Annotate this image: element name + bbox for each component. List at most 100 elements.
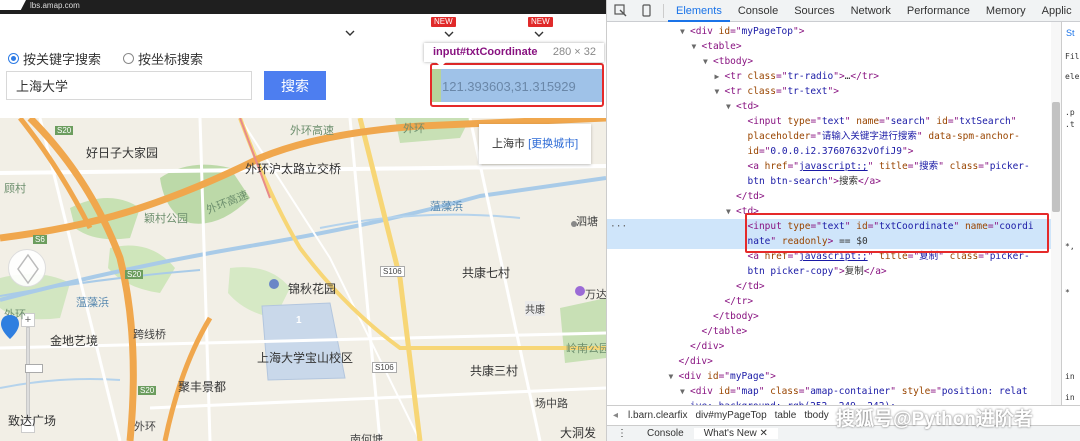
radio-unchecked-icon[interactable] xyxy=(123,53,135,64)
dom-node[interactable]: ▼ <div id="myPageTop"> xyxy=(607,24,1051,39)
breadcrumb-item[interactable]: table xyxy=(771,410,801,421)
expand-triangle-icon[interactable]: ▼ xyxy=(726,204,736,219)
html-tag: =" xyxy=(879,116,891,127)
expand-triangle-icon[interactable]: ▼ xyxy=(680,384,690,399)
dom-node[interactable]: btn btn-search">搜索</a> xyxy=(607,174,1051,189)
dom-node[interactable]: </table> xyxy=(607,324,1051,339)
nav-chevron-down-icon[interactable] xyxy=(345,28,355,38)
html-tag: </tr> xyxy=(850,71,880,82)
breadcrumb-item[interactable]: tbody xyxy=(800,410,832,421)
dom-node[interactable]: btn picker-copy">复制</a> xyxy=(607,264,1051,279)
poi-icon[interactable] xyxy=(268,278,280,290)
html-tag: " xyxy=(867,161,880,172)
dom-node[interactable]: placeholder="请输入关键字进行搜索" data-spm-anchor… xyxy=(607,129,1051,144)
tab-network[interactable]: Network xyxy=(843,0,899,22)
tab-elements[interactable]: Elements xyxy=(668,0,730,22)
map-road-shield: S20 xyxy=(125,270,144,279)
styles-filter[interactable]: Fil xyxy=(1065,52,1079,61)
expand-triangle-icon[interactable]: ▼ xyxy=(669,369,679,384)
expand-triangle-icon[interactable]: ▼ xyxy=(680,24,690,39)
html-tag: </td> xyxy=(736,191,765,202)
tab-performance[interactable]: Performance xyxy=(899,0,978,22)
breadcrumb-scroll-left-icon[interactable]: ◂ xyxy=(607,410,624,421)
expand-triangle-icon[interactable]: ▼ xyxy=(715,84,725,99)
dom-node[interactable]: </td> xyxy=(607,279,1051,294)
map-canvas[interactable]: + − 上海市 [更换城市] 好日子大家园 外环沪太路立交桥 外环高速 颖村公园… xyxy=(0,118,606,441)
html-attr-name: class xyxy=(747,71,776,82)
search-button[interactable]: 搜索 xyxy=(264,71,326,100)
tab-console[interactable]: Console xyxy=(730,0,786,22)
expand-triangle-icon[interactable]: ▼ xyxy=(692,39,702,54)
location-marker-number: 1 xyxy=(296,315,302,326)
radio-coordinate-search[interactable]: 按坐标搜索 xyxy=(123,49,203,68)
dom-tree-scrollbar[interactable] xyxy=(1051,22,1061,405)
html-attr-name: id xyxy=(718,386,731,397)
html-tag: " xyxy=(758,386,771,397)
tab-styles[interactable]: St xyxy=(1066,28,1075,38)
dom-node[interactable]: ▼ <div id="myPage"> xyxy=(607,369,1051,384)
inspect-tooltip: input#txtCoordinate 280 × 32 xyxy=(424,43,604,62)
poi-icon[interactable] xyxy=(570,220,578,228)
html-attr-value: amap-container xyxy=(810,386,891,397)
html-attr-name: id xyxy=(936,116,948,127)
location-marker-icon[interactable] xyxy=(0,314,20,340)
expand-triangle-icon[interactable]: ▼ xyxy=(703,54,713,69)
inspect-element-icon[interactable] xyxy=(607,0,633,22)
collapse-triangle-icon[interactable]: ▶ xyxy=(715,69,725,84)
breadcrumb-item[interactable]: l.barn.clearfix xyxy=(624,410,691,421)
dom-node[interactable]: <input type="text" name="search" id="txt… xyxy=(607,114,1051,129)
html-attr-value: btn picker-copy xyxy=(747,266,834,277)
dom-node[interactable]: ▶ <tr class="tr-radio">…</tr> xyxy=(607,69,1051,84)
tab-sources[interactable]: Sources xyxy=(786,0,842,22)
device-toolbar-icon[interactable] xyxy=(633,0,659,22)
map-label: 顾村 xyxy=(4,183,26,195)
zoom-slider-track[interactable] xyxy=(25,327,43,419)
dom-node[interactable]: </tr> xyxy=(607,294,1051,309)
dom-node[interactable]: id="0.0.0.i2.37607632vOfiJ9"> xyxy=(607,144,1051,159)
drawer-tab-whats-new[interactable]: What's New ✕ xyxy=(693,428,778,439)
html-tag: =" xyxy=(947,116,960,127)
html-attr-name: placeholder xyxy=(747,131,811,142)
radio-keyword-search[interactable]: 按关键字搜索 xyxy=(8,49,101,68)
zoom-slider-thumb[interactable] xyxy=(25,364,43,373)
change-city-link[interactable]: [更换城市] xyxy=(528,138,578,150)
dom-node[interactable]: ▼ <div id="map" class="amap-container" st… xyxy=(607,384,1051,399)
dom-node[interactable]: ▼ <td> xyxy=(607,99,1051,114)
html-attr-name: id xyxy=(718,26,731,37)
styles-snippet: * xyxy=(1065,288,1070,297)
dom-node[interactable]: ▼ <tbody> xyxy=(607,54,1051,69)
radio-coordinate-label[interactable]: 按坐标搜索 xyxy=(138,49,203,68)
expand-triangle-icon[interactable]: ▼ xyxy=(726,99,736,114)
poi-icon[interactable] xyxy=(574,285,586,297)
map-label: 外环 xyxy=(403,123,425,135)
nav-chevron-down-icon[interactable] xyxy=(444,30,454,38)
dom-node[interactable]: </td> xyxy=(607,189,1051,204)
html-tag: <a xyxy=(747,161,765,172)
html-link[interactable]: javascript:; xyxy=(799,161,868,172)
dom-node[interactable]: ▼ <table> xyxy=(607,39,1051,54)
scrollbar-thumb[interactable] xyxy=(1052,102,1060,212)
tabbar-divider xyxy=(663,3,664,18)
map-label: 外环 xyxy=(134,421,156,433)
dom-node[interactable]: ▼ <tr class="tr-text"> xyxy=(607,84,1051,99)
node-actions-icon[interactable]: ··· xyxy=(610,219,627,234)
tab-application[interactable]: Applic xyxy=(1034,0,1080,22)
drawer-tab-console[interactable]: Console xyxy=(637,428,694,439)
dom-node[interactable]: </div> xyxy=(607,339,1051,354)
dom-node[interactable]: </tbody> xyxy=(607,309,1051,324)
annotation-red-box xyxy=(430,63,604,107)
map-compass-control[interactable] xyxy=(8,249,46,287)
keyword-search-input[interactable] xyxy=(6,71,252,100)
tab-memory[interactable]: Memory xyxy=(978,0,1034,22)
drawer-menu-icon[interactable]: ⋮ xyxy=(607,428,637,439)
styles-pane: St Fil ele .p .t *, * in in xyxy=(1061,22,1080,405)
radio-checked-icon[interactable] xyxy=(8,53,19,64)
html-tag: </a> xyxy=(863,266,887,277)
map-road-shield: S106 xyxy=(380,266,405,277)
dom-node[interactable]: </div> xyxy=(607,354,1051,369)
dom-node[interactable]: <a href="javascript:;" title="搜索" class=… xyxy=(607,159,1051,174)
site-logo[interactable] xyxy=(0,0,26,10)
breadcrumb-item[interactable]: div#myPageTop xyxy=(692,410,771,421)
radio-keyword-label[interactable]: 按关键字搜索 xyxy=(23,49,101,68)
nav-chevron-down-icon[interactable] xyxy=(534,30,544,38)
